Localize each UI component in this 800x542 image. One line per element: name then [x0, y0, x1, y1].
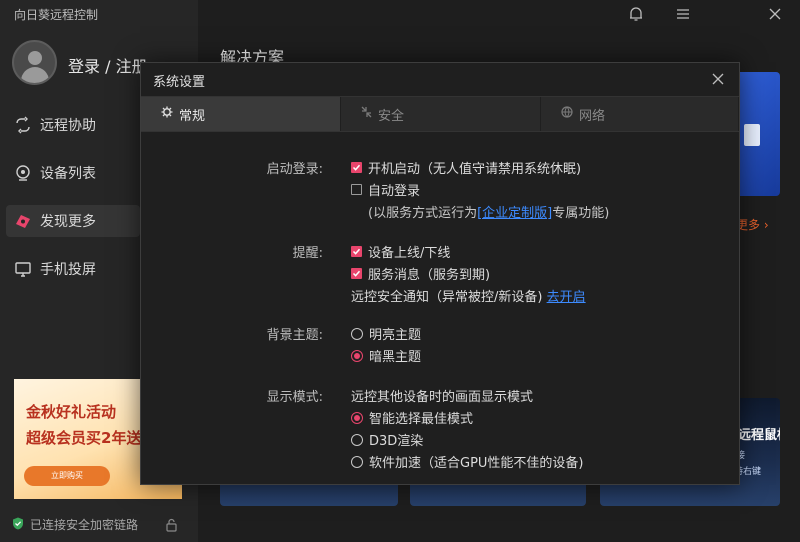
checkbox-checked — [351, 246, 362, 257]
secure-connection-status: 已连接安全加密链路 — [12, 516, 138, 533]
smart-mode-radio[interactable]: 智能选择最佳模式 — [351, 408, 473, 427]
option-label: 服务消息（服务到期) — [368, 268, 491, 283]
tab-label: 安全 — [378, 108, 405, 124]
dark-theme-radio[interactable]: 暗黑主题 — [351, 346, 421, 365]
card-title: 远程鼠标 — [738, 428, 780, 443]
option-label: D3D渲染 — [369, 434, 424, 449]
background-theme-label: 背景主题: — [266, 328, 323, 343]
bell-icon[interactable] — [626, 4, 646, 24]
option-label: 开机启动（无人值守请禁用系统休眠) — [368, 162, 582, 177]
lock-icon[interactable] — [165, 517, 178, 536]
discover-icon — [14, 212, 32, 230]
service-mode-note: (以服务方式运行为[企业定制版]专属功能) — [368, 206, 610, 221]
startup-login-label: 启动登录: — [266, 162, 323, 177]
shield-check-icon — [12, 517, 24, 533]
display-mode-description: 远控其他设备时的画面显示模式 — [351, 390, 534, 405]
software-accel-radio[interactable]: 软件加速（适合GPU性能不佳的设备) — [351, 452, 584, 471]
app-title: 向日葵远程控制 — [14, 8, 99, 22]
login-register-link[interactable]: 登录 / 注册 — [68, 53, 148, 77]
reminder-label: 提醒: — [292, 246, 323, 261]
menu-icon[interactable] — [673, 4, 693, 24]
boot-start-checkbox[interactable]: 开机启动（无人值守请禁用系统休眠) — [351, 158, 581, 177]
sidebar-item-screen-mirror[interactable]: 手机投屏 — [6, 253, 140, 285]
tab-label: 常规 — [179, 108, 206, 124]
tab-security[interactable]: 安全 — [341, 97, 541, 131]
radio-checked — [351, 349, 363, 362]
sidebar-item-label: 设备列表 — [40, 166, 96, 182]
auto-login-checkbox[interactable]: 自动登录 — [351, 180, 420, 199]
close-icon[interactable] — [709, 70, 727, 88]
settings-dialog: 系统设置 常规 安全 网络 启动登录: 开机启动（无人值守请禁用系统休眠) 自动… — [140, 62, 740, 485]
security-notice-row: 远控安全通知（异常被控/新设备) 去开启 — [351, 290, 586, 305]
checkbox-unchecked — [351, 184, 362, 195]
d3d-render-radio[interactable]: D3D渲染 — [351, 430, 423, 449]
display-mode-label: 显示模式: — [266, 390, 323, 405]
avatar-head — [28, 51, 42, 65]
more-link[interactable]: 更多 › — [736, 216, 769, 233]
option-label: 设备上线/下线 — [368, 246, 451, 261]
radio-unchecked — [351, 327, 363, 340]
option-label: 暗黑主题 — [369, 350, 422, 365]
solution-banner[interactable] — [740, 72, 780, 196]
device-list-icon — [14, 164, 32, 182]
radio-checked — [351, 411, 363, 424]
sidebar-item-label: 发现更多 — [40, 214, 96, 230]
sidebar-item-label: 手机投屏 — [40, 262, 96, 278]
checkbox-checked — [351, 268, 362, 279]
checkbox-checked — [351, 162, 362, 173]
option-label: 软件加速（适合GPU性能不佳的设备) — [369, 456, 584, 471]
secure-status-text: 已连接安全加密链路 — [30, 518, 139, 532]
gear-icon — [161, 106, 173, 122]
option-label: 自动登录 — [368, 184, 421, 199]
option-label: 智能选择最佳模式 — [369, 412, 474, 427]
enterprise-edition-link[interactable]: [企业定制版] — [477, 206, 552, 221]
remote-assist-icon — [14, 116, 32, 134]
avatar[interactable] — [12, 40, 57, 85]
dialog-title: 系统设置 — [153, 75, 206, 90]
light-theme-radio[interactable]: 明亮主题 — [351, 324, 421, 343]
sidebar-item-discover-more[interactable]: 发现更多 — [6, 205, 140, 237]
sidebar-item-label: 远程协助 — [40, 118, 96, 134]
settings-tabs: 常规 安全 网络 — [141, 96, 739, 132]
banner-illustration — [744, 124, 760, 146]
close-icon[interactable] — [765, 4, 785, 24]
screen-mirror-icon — [14, 260, 32, 278]
tab-general[interactable]: 常规 — [141, 97, 341, 131]
promo-buy-button[interactable]: 立即购买 — [24, 466, 110, 486]
radio-unchecked — [351, 433, 363, 446]
enable-security-notice-link[interactable]: 去开启 — [547, 290, 586, 305]
tab-network[interactable]: 网络 — [541, 97, 739, 131]
option-label: 明亮主题 — [369, 328, 422, 343]
sidebar-item-device-list[interactable]: 设备列表 — [6, 157, 140, 189]
promo-headline: 金秋好礼活动 — [26, 403, 117, 421]
tab-label: 网络 — [579, 108, 606, 124]
service-message-checkbox[interactable]: 服务消息（服务到期) — [351, 264, 490, 283]
avatar-body — [21, 67, 49, 83]
security-icon — [361, 106, 372, 122]
network-icon — [561, 106, 573, 122]
promo-subline: 超级会员买2年送 — [26, 429, 142, 447]
sidebar-item-remote-assist[interactable]: 远程协助 — [6, 109, 140, 141]
radio-unchecked — [351, 455, 363, 468]
device-online-checkbox[interactable]: 设备上线/下线 — [351, 242, 450, 261]
